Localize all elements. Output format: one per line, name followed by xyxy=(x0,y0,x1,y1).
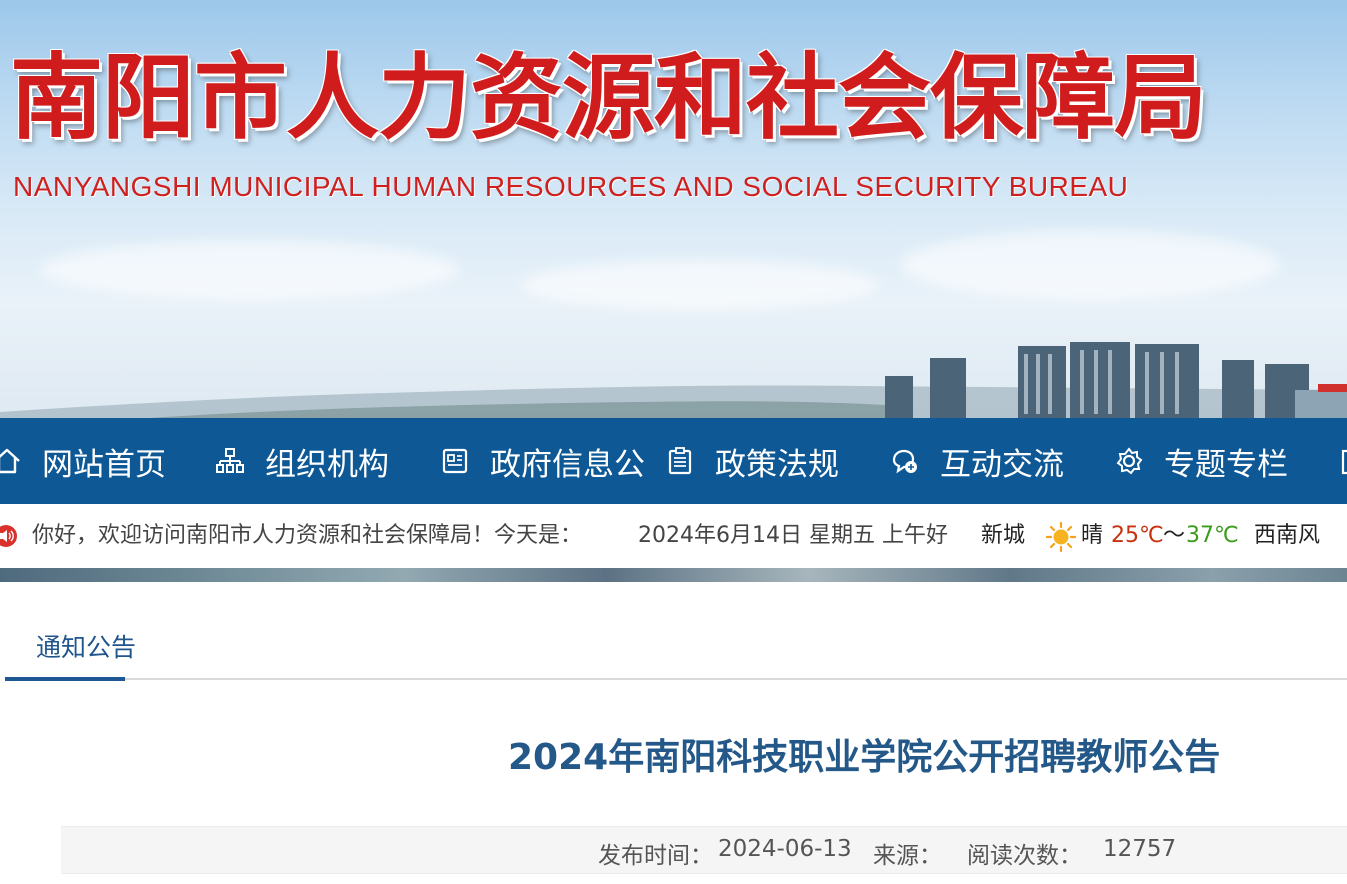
info-icon xyxy=(442,448,468,474)
gear-icon xyxy=(1116,447,1143,475)
nav-item-label: 网站首页 xyxy=(42,446,166,483)
publish-time-label: 发布时间： xyxy=(598,843,713,869)
publish-date: 2024-06-13 xyxy=(718,836,852,862)
wind-direction: 西南风 xyxy=(1254,523,1321,548)
cloud-decoration xyxy=(900,230,1280,300)
clipboard-icon xyxy=(668,447,692,475)
document-icon xyxy=(1341,449,1347,475)
welcome-greeting: 你好，欢迎访问南阳市人力资源和社会保障局！今天是： xyxy=(32,523,583,548)
cloud-decoration xyxy=(520,260,880,310)
city-skyline-image xyxy=(0,342,1347,418)
main-nav: 网站首页 组织机构 政府信息公 政策法规 互动交流 专题专栏 xyxy=(0,418,1347,504)
header-banner: 南阳市人力资源和社会保障局 NANYANGSHI MUNICIPAL HUMAN… xyxy=(0,0,1347,418)
nav-item-organization[interactable]: 组织机构 xyxy=(215,418,389,504)
read-count: 12757 xyxy=(1103,836,1177,862)
weather-city: 新城 xyxy=(981,523,1026,548)
nav-item-label: 政府信息公 xyxy=(490,446,645,483)
nav-item-label: 组织机构 xyxy=(265,446,389,483)
active-tab-indicator xyxy=(5,677,125,681)
nav-item-gov-info[interactable]: 政府信息公 xyxy=(440,418,645,504)
temperature-low: 25℃ xyxy=(1111,523,1164,548)
section-divider xyxy=(5,678,1347,680)
site-title: 南阳市人力资源和社会保障局 xyxy=(10,44,1207,152)
article-meta: 发布时间： 2024-06-13 来源： 阅读次数： 12757 xyxy=(61,826,1347,874)
current-date: 2024年6月14日 星期五 上午好 xyxy=(638,523,948,548)
nav-item-label: 互动交流 xyxy=(940,446,1064,483)
nav-item-label: 政策法规 xyxy=(715,446,839,483)
nav-item-home[interactable]: 网站首页 xyxy=(0,418,166,504)
nav-item-interaction[interactable]: 互动交流 xyxy=(890,418,1064,504)
welcome-bar: 你好，欢迎访问南阳市人力资源和社会保障局！今天是： 2024年6月14日 星期五… xyxy=(0,504,1347,568)
sunny-icon xyxy=(1046,522,1076,552)
article-title: 2024年南阳科技职业学院公开招聘教师公告 xyxy=(508,737,1221,778)
temperature-separator: ～ xyxy=(1163,523,1186,548)
cloud-decoration xyxy=(40,240,460,300)
read-count-label: 阅读次数： xyxy=(967,843,1082,869)
source-label: 来源： xyxy=(873,843,942,869)
home-icon xyxy=(0,448,20,474)
chat-icon xyxy=(892,449,917,474)
site-subtitle: NANYANGSHI MUNICIPAL HUMAN RESOURCES AND… xyxy=(13,171,1129,202)
org-chart-icon xyxy=(216,448,244,473)
speaker-icon xyxy=(0,525,17,547)
tab-notices[interactable]: 通知公告 xyxy=(36,628,136,664)
city-photo-strip xyxy=(0,568,1347,582)
nav-item-more[interactable] xyxy=(1340,418,1347,504)
nav-item-special-topics[interactable]: 专题专栏 xyxy=(1114,418,1288,504)
nav-item-policy[interactable]: 政策法规 xyxy=(665,418,839,504)
temperature-high: 37℃ xyxy=(1186,523,1239,548)
weather-condition: 晴 xyxy=(1081,523,1104,548)
nav-item-label: 专题专栏 xyxy=(1164,446,1288,483)
